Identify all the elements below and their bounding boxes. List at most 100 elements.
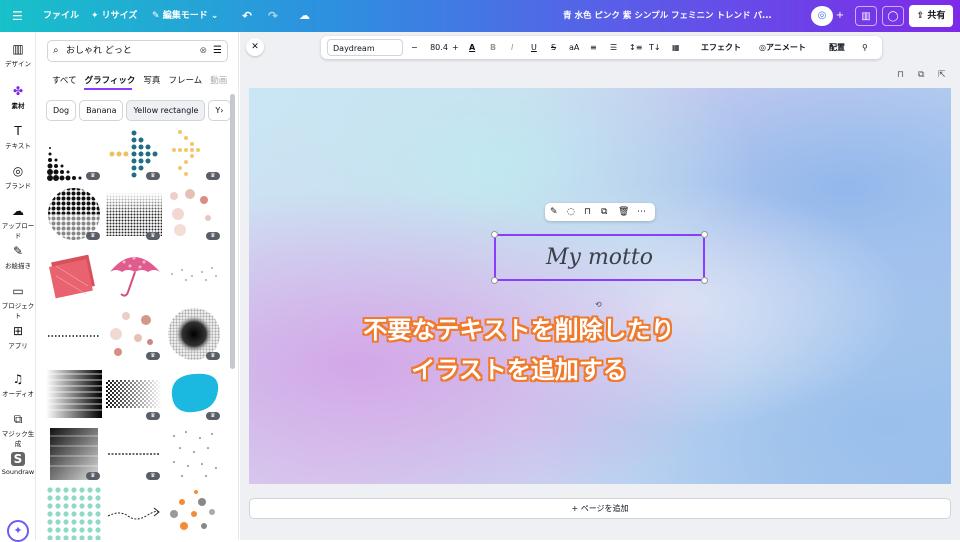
graphic-squiggle-arrow[interactable] <box>106 486 162 540</box>
list-icon[interactable]: ☰ <box>610 36 617 59</box>
suggestion-chips: Dog Banana Yellow rectangle Y› <box>46 100 234 121</box>
rotate-handle[interactable]: ⟲ <box>595 300 602 309</box>
italic-icon[interactable]: I <box>511 36 513 59</box>
resize-handle[interactable] <box>491 231 498 238</box>
font-size-increase[interactable]: + <box>452 36 459 59</box>
letter-case-icon[interactable]: aA <box>569 36 579 59</box>
graphic-dashed-line[interactable]: ♛ <box>106 426 162 482</box>
document-title[interactable]: 青 水色 ピンク 紫 シンプル フェミニン トレンド パ... <box>563 0 772 32</box>
premium-crown-icon: ♛ <box>146 412 160 420</box>
magic-write-icon[interactable]: ✎ <box>550 203 558 221</box>
add-page-icon[interactable]: ⇱ <box>938 70 946 80</box>
search-input[interactable]: ⌕ おしゃれ どっと ⊗ ☰ <box>47 40 228 62</box>
duplicate-element-icon[interactable]: ⧉ <box>601 203 607 221</box>
font-size-decrease[interactable]: − <box>411 36 418 59</box>
premium-crown-icon: ♛ <box>146 472 160 480</box>
graphic-halftone-fade[interactable]: ♛ <box>46 426 102 482</box>
hamburger-icon[interactable]: ☰ <box>12 0 23 32</box>
plus-icon[interactable]: + <box>833 6 847 26</box>
rail-item-4[interactable]: ☁ アップロード <box>0 204 36 240</box>
rail-item-3[interactable]: ◎ ブランド <box>0 164 36 190</box>
more-options-icon[interactable]: ⋯ <box>637 203 646 221</box>
graphic-halftone-checker[interactable]: ♛ <box>106 366 162 422</box>
vertical-text-icon[interactable]: T↓ <box>649 36 661 59</box>
canvas-text[interactable]: My motto <box>496 236 703 279</box>
graphic-sparse-dots[interactable] <box>166 426 222 482</box>
avatar-icon[interactable]: ◎ <box>811 6 833 26</box>
redo-icon[interactable]: ↷ <box>268 0 278 32</box>
suggestion-chip[interactable]: Dog <box>46 100 77 121</box>
graphic-pink-napkins[interactable] <box>46 246 102 302</box>
close-icon[interactable]: ✕ <box>246 38 264 56</box>
resize-handle[interactable] <box>491 277 498 284</box>
rail-item-0[interactable]: ▥ デザイン <box>0 42 36 68</box>
graphic-orange-grey-dots[interactable] <box>166 486 222 540</box>
insights-icon[interactable]: ▥ <box>855 6 877 26</box>
graphic-peach-dots[interactable]: ♛ <box>106 306 162 362</box>
graphic-cyan-blob[interactable]: ♛ <box>166 366 222 422</box>
position-button[interactable]: 配置 <box>829 36 845 59</box>
rail-item-6[interactable]: ▭ プロジェクト <box>0 284 36 320</box>
underline-icon[interactable]: U <box>531 36 537 59</box>
effects-button[interactable]: エフェクト <box>701 36 741 59</box>
share-button[interactable]: ⇪ 共有 <box>909 5 953 27</box>
font-size-input[interactable]: 80.4 <box>425 36 453 59</box>
resize-handle[interactable] <box>701 277 708 284</box>
rail-item-1[interactable]: ✤ 素材 <box>0 84 36 110</box>
graphic-scattered-dots[interactable] <box>166 246 222 302</box>
resize-button[interactable]: ✦ リサイズ <box>91 0 137 32</box>
add-page-button[interactable]: + ページを追加 <box>249 498 951 519</box>
clear-icon[interactable]: ⊗ <box>199 41 207 61</box>
file-menu[interactable]: ファイル <box>43 0 79 32</box>
suggestion-chip[interactable]: Yellow rectangle <box>126 100 206 121</box>
line-spacing-icon[interactable]: ↕≡ <box>629 36 642 59</box>
comment-add-icon[interactable]: ◌ <box>567 203 575 221</box>
graphic-halftone-circle[interactable]: ♛ <box>46 186 102 242</box>
suggestion-chip[interactable]: Y› <box>208 100 231 121</box>
rail-item-2[interactable]: T テキスト <box>0 124 36 150</box>
selected-text-box[interactable]: My motto <box>491 231 708 284</box>
tab-3[interactable]: フレーム <box>168 76 202 86</box>
graphic-halftone-gradient[interactable]: ♛ <box>106 186 162 242</box>
rail-item-9[interactable]: ⧉ マジック生成 <box>0 412 36 448</box>
graphic-dot-arrow-teal[interactable]: ♛ <box>106 126 162 182</box>
graphic-halftone-triangle[interactable]: ♛ <box>46 126 102 182</box>
animate-button[interactable]: ◎アニメート <box>759 36 806 59</box>
graphic-pink-umbrella[interactable] <box>106 246 162 302</box>
rail-item-5[interactable]: ✎ お絵描き <box>0 244 36 270</box>
graphic-pink-dots[interactable]: ♛ <box>166 186 222 242</box>
format-painter-icon[interactable]: ⚲ <box>862 36 868 59</box>
font-family-select[interactable]: Daydream <box>327 39 403 56</box>
graphic-dot-arrow-yellow[interactable]: ♛ <box>166 126 222 182</box>
graphic-mint-polka[interactable] <box>46 486 102 540</box>
tab-1[interactable]: グラフィック <box>85 76 136 86</box>
panel-scrollbar[interactable] <box>230 94 235 369</box>
strikethrough-icon[interactable]: S <box>551 36 556 59</box>
cloud-icon[interactable]: ☁ <box>299 0 310 32</box>
graphic-halftone-blob[interactable]: ♛ <box>166 306 222 362</box>
graphic-halftone-lines[interactable] <box>46 366 102 422</box>
duplicate-page-icon[interactable]: ⧉ <box>918 70 924 80</box>
resize-handle[interactable] <box>701 231 708 238</box>
filter-icon[interactable]: ☰ <box>213 41 222 61</box>
bold-icon[interactable]: B <box>490 36 496 59</box>
rail-item-8[interactable]: ♫ オーディオ <box>0 372 36 398</box>
text-color-icon[interactable]: A <box>469 36 475 59</box>
graphic-dotted-line[interactable] <box>46 306 102 362</box>
comment-icon[interactable]: ◯ <box>882 6 904 26</box>
suggestion-chip[interactable]: Banana <box>79 100 124 121</box>
tab-0[interactable]: すべて <box>52 76 77 86</box>
delete-icon[interactable]: 🗑 <box>618 203 629 221</box>
tab-4[interactable]: 動画 <box>210 76 227 86</box>
lock-element-icon[interactable]: ⊓ <box>584 203 591 221</box>
edit-mode-button[interactable]: ✎ 編集モード ⌄ <box>152 0 218 32</box>
tab-2[interactable]: 写真 <box>143 76 160 86</box>
rail-item-10[interactable]: S Soundraw <box>0 452 36 476</box>
magic-assistant-icon[interactable]: ✦ <box>7 520 29 542</box>
rail-item-7[interactable]: ⊞ アプリ <box>0 324 36 350</box>
design-canvas[interactable]: ✎ ◌ ⊓ ⧉ 🗑 ⋯ My motto ⟲ 不要なテキストを削除したり イラス… <box>249 88 951 484</box>
lock-icon[interactable]: ⊓ <box>897 70 904 80</box>
align-center-icon[interactable]: ≡ <box>590 36 597 59</box>
undo-icon[interactable]: ↶ <box>242 0 252 32</box>
transparency-icon[interactable]: ▦ <box>672 36 680 59</box>
